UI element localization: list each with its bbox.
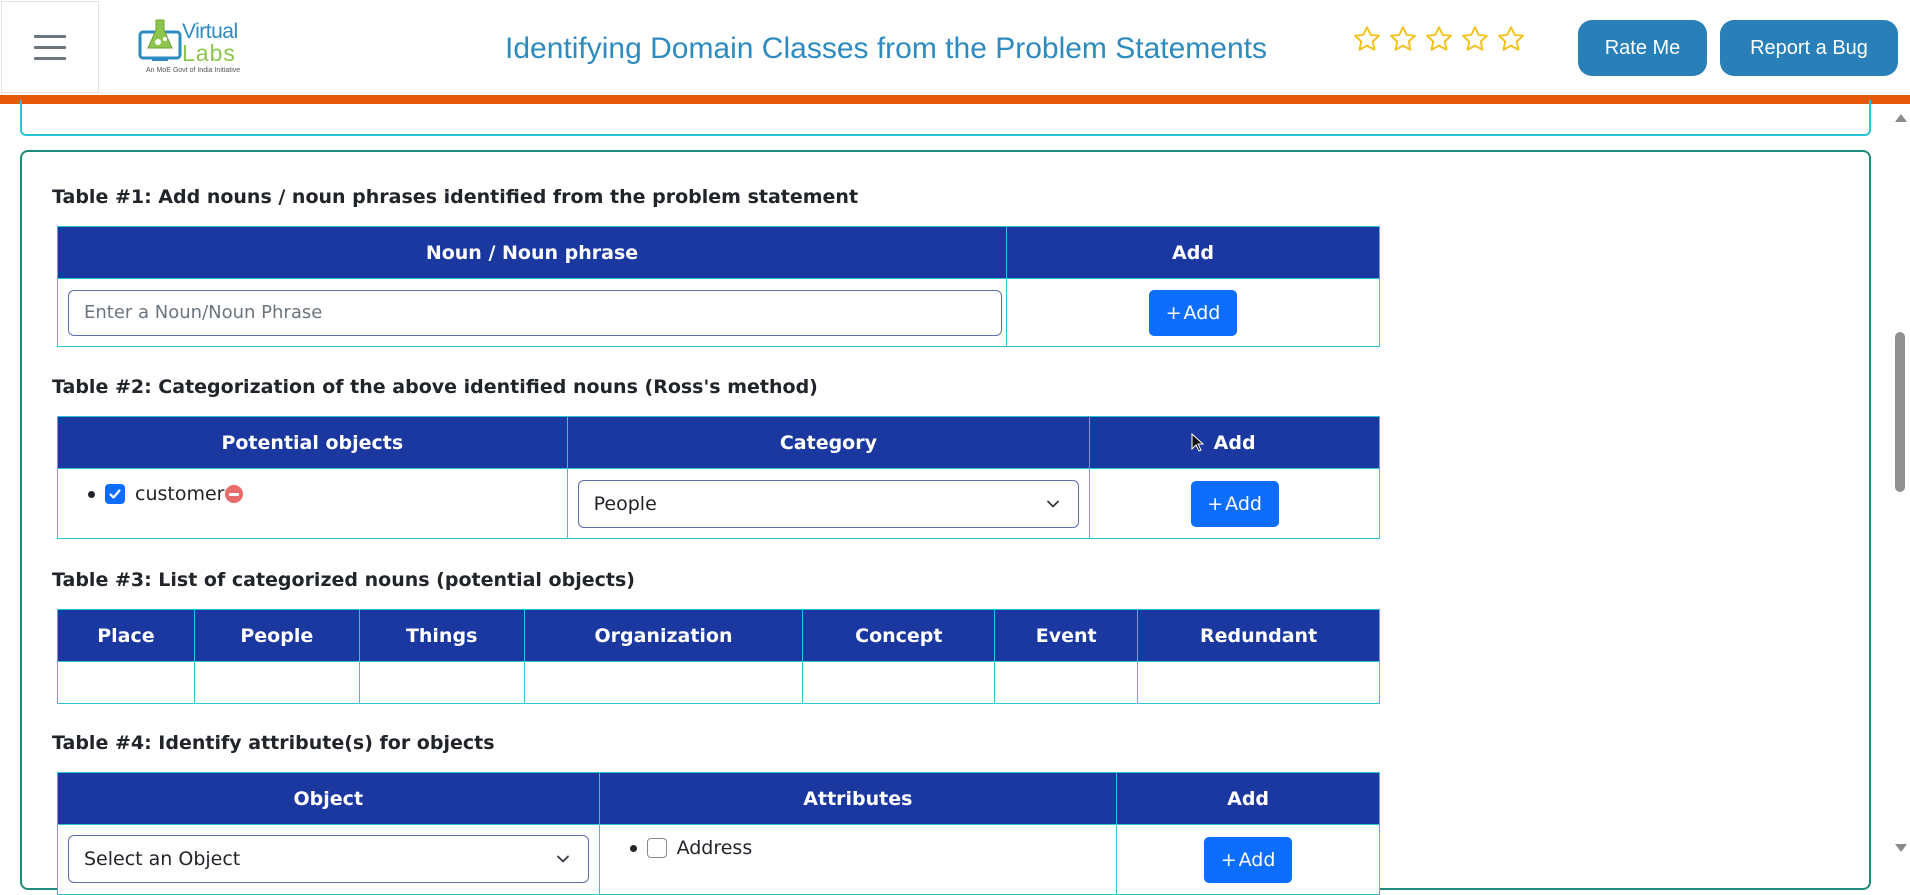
scroll-down-arrow-icon[interactable] — [1895, 844, 1907, 852]
table4-header-attributes: Attributes — [598, 772, 1118, 825]
table3-cell-redundant — [1137, 661, 1380, 704]
scroll-up-arrow-icon[interactable] — [1895, 114, 1907, 122]
table1-title: Table #1: Add nouns / noun phrases ident… — [52, 186, 859, 208]
category-selected-value: People — [593, 492, 657, 515]
star-icon[interactable] — [1496, 24, 1526, 54]
top-header: Virtual Labs An MoE Govt of India Initia… — [0, 0, 1910, 96]
table3-header-event: Event — [994, 609, 1139, 662]
table3-header-concept: Concept — [802, 609, 996, 662]
table2-title: Table #2: Categorization of the above id… — [52, 376, 818, 398]
table3-cell-place — [57, 661, 195, 704]
table3-cell-people — [193, 661, 360, 704]
table3-header-place: Place — [57, 609, 195, 662]
category-select[interactable]: People — [577, 479, 1080, 528]
table3-header-people: People — [193, 609, 360, 662]
object-select-value: Select an Object — [84, 848, 241, 870]
attributes-table: Object Attributes Add Select an Object A… — [57, 772, 1380, 895]
address-checkbox[interactable] — [646, 838, 667, 858]
logo-tagline: An MoE Govt of India Initiative — [146, 67, 241, 74]
page-title: Identifying Domain Classes from the Prob… — [505, 32, 1267, 65]
hamburger-menu-icon — [34, 34, 66, 38]
table4-header-add: Add — [1116, 772, 1380, 825]
table3-cell-event — [994, 661, 1139, 704]
mouse-pointer-icon — [1191, 433, 1205, 452]
add-category-label: Add — [1225, 492, 1262, 515]
plus-icon: + — [1165, 301, 1182, 324]
table3-cell-organization — [523, 661, 804, 704]
list-item: customer — [88, 483, 567, 505]
table3-header-redundant: Redundant — [1137, 609, 1380, 662]
add-noun-button[interactable]: + Add — [1148, 289, 1237, 336]
add-attribute-label: Add — [1238, 849, 1276, 871]
noun-input[interactable] — [68, 289, 1002, 336]
page-scrollbar[interactable] — [1890, 104, 1910, 862]
plus-icon: + — [1207, 492, 1224, 515]
chevron-down-icon — [556, 855, 569, 863]
plus-icon: + — [1220, 849, 1237, 871]
hamburger-menu-button[interactable] — [1, 1, 99, 93]
categorized-nouns-table: Place People Things Organization Concept… — [57, 609, 1380, 704]
star-rating[interactable] — [1352, 24, 1526, 54]
flask-monitor-icon — [138, 19, 182, 61]
table4-title: Table #4: Identify attribute(s) for obje… — [52, 732, 495, 754]
virtual-labs-logo[interactable]: Virtual Labs An MoE Govt of India Initia… — [138, 16, 250, 78]
customer-checkbox[interactable] — [105, 484, 125, 504]
logo-text-labs: Labs — [182, 40, 236, 66]
previous-section-card — [20, 100, 1871, 136]
rate-me-button[interactable]: Rate Me — [1578, 20, 1707, 76]
categorization-table: Potential objects Category Add customer … — [57, 416, 1380, 539]
list-item: Address — [629, 837, 1117, 859]
object-label: customer — [135, 483, 225, 505]
chevron-down-icon — [1047, 500, 1060, 507]
table4-header-object: Object — [57, 772, 600, 825]
add-noun-label: Add — [1183, 301, 1221, 324]
add-attribute-button[interactable]: + Add — [1204, 837, 1293, 883]
star-icon[interactable] — [1352, 24, 1382, 54]
scrollbar-thumb[interactable] — [1895, 332, 1905, 492]
remove-icon[interactable] — [225, 485, 244, 503]
table3-cell-concept — [802, 661, 996, 704]
noun-table: Noun / Noun phrase Add +Add — [57, 226, 1381, 347]
object-select[interactable]: Select an Object — [68, 835, 589, 883]
star-icon[interactable] — [1388, 24, 1418, 54]
table1-header-noun: Noun / Noun phrase — [57, 226, 1007, 279]
table2-header-objects: Potential objects — [57, 416, 568, 469]
table3-header-organization: Organization — [523, 609, 804, 662]
add-category-button[interactable]: + Add — [1190, 480, 1279, 527]
report-bug-button[interactable]: Report a Bug — [1720, 20, 1898, 76]
table1-header-add: Add — [1005, 226, 1381, 279]
table3-cell-things — [358, 661, 525, 704]
check-icon — [109, 489, 121, 499]
attribute-label: Address — [676, 837, 753, 859]
table3-title: Table #3: List of categorized nouns (pot… — [52, 569, 635, 591]
table3-header-things: Things — [358, 609, 525, 662]
table2-header-category: Category — [566, 416, 1091, 469]
star-icon[interactable] — [1424, 24, 1454, 54]
table2-header-add: Add — [1089, 416, 1380, 469]
star-icon[interactable] — [1460, 24, 1490, 54]
